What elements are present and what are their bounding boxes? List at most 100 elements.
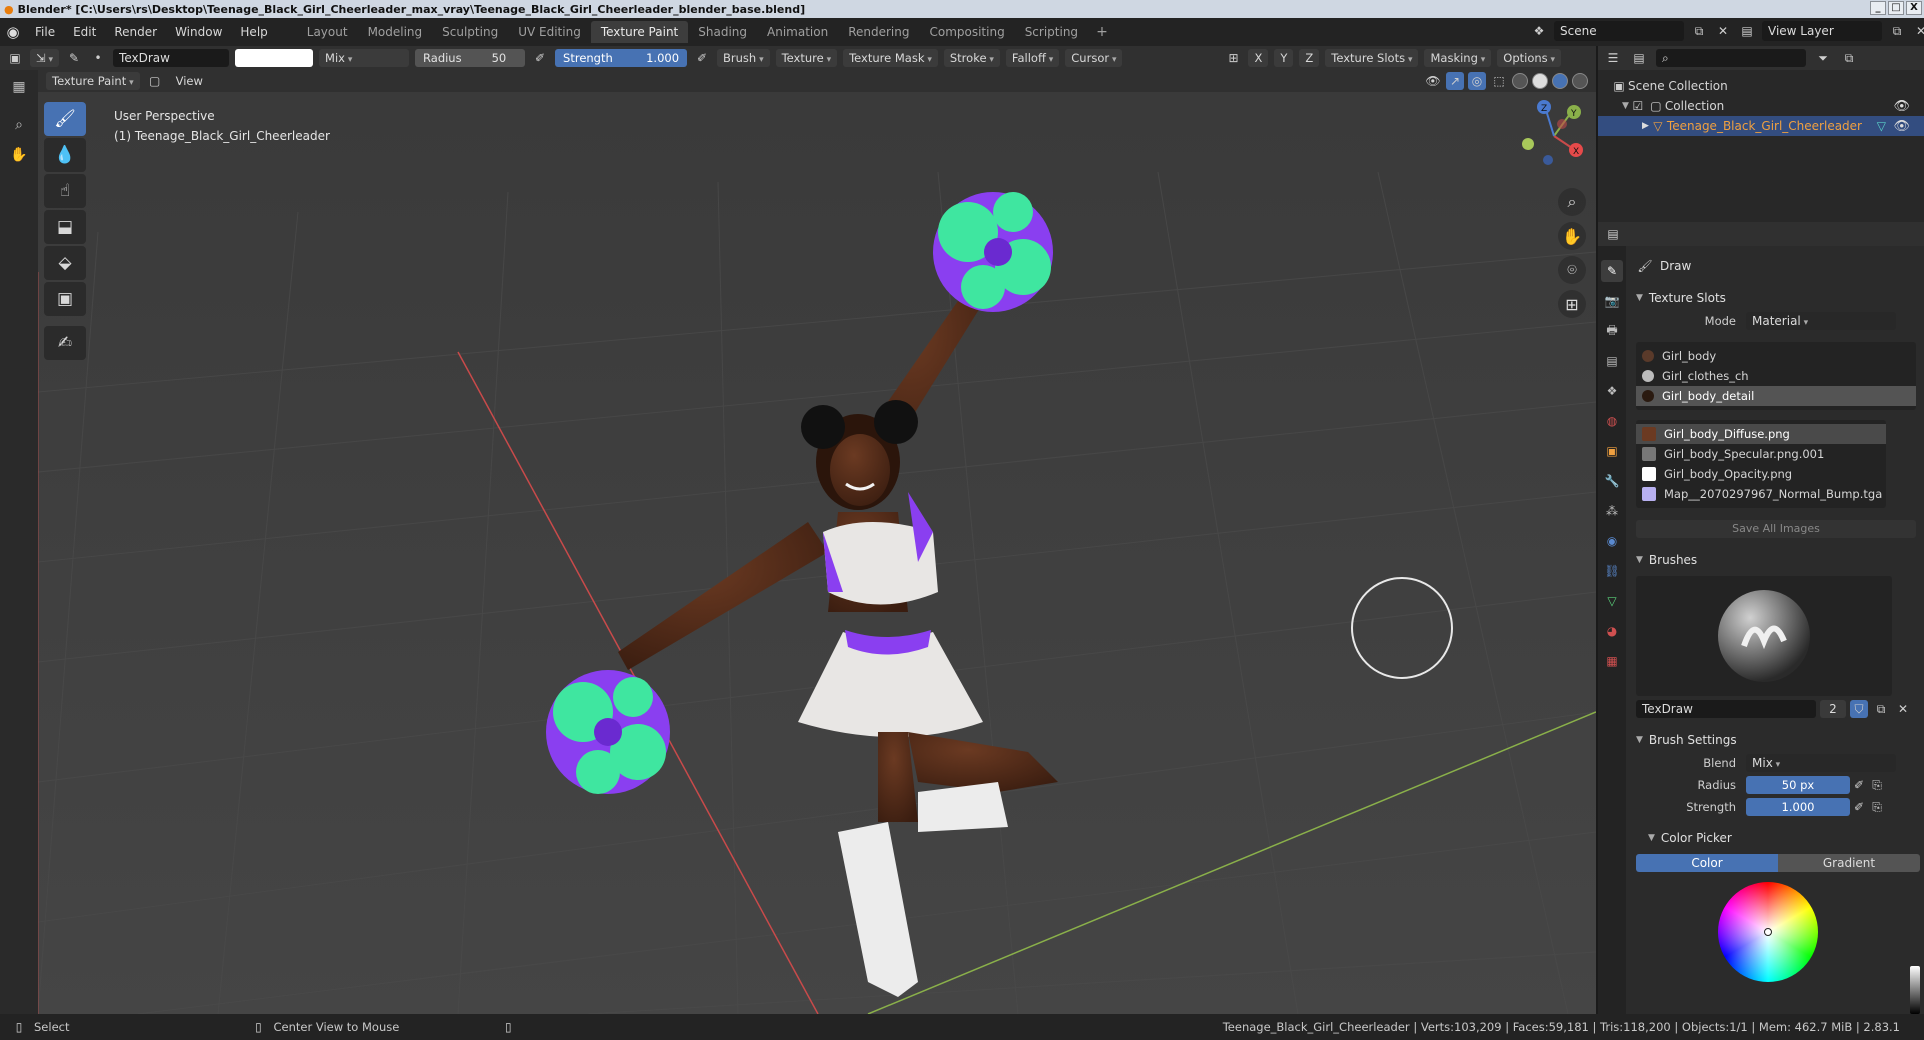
soften-tool-icon[interactable]: 💧 <box>44 138 86 172</box>
delete-scene-icon[interactable]: ✕ <box>1714 22 1732 40</box>
mode-dropdown[interactable]: ⇲ <box>30 49 60 67</box>
scene-icon[interactable]: ❖ <box>1530 22 1548 40</box>
image-slot-item[interactable]: Map__2070297967_Normal_Bump.tga <box>1636 484 1886 504</box>
object-visibility-icon[interactable]: 👁 <box>1893 119 1910 134</box>
blender-menu-icon[interactable]: ◉ <box>0 23 26 41</box>
falloff-menu[interactable]: Falloff <box>1005 49 1060 67</box>
stroke-menu[interactable]: Stroke <box>943 49 1000 67</box>
strength-unit-icon[interactable]: ⎘ <box>1868 798 1886 816</box>
mask-toggle-icon[interactable]: ▢ <box>146 72 164 90</box>
strength-pressure-toggle-icon[interactable]: ✐ <box>1850 798 1868 816</box>
zoom-region-icon[interactable]: ⌕ <box>6 112 32 138</box>
brush-menu[interactable]: Brush <box>717 49 770 67</box>
masking-menu[interactable]: Masking <box>1424 49 1492 67</box>
delete-view-layer-icon[interactable]: ✕ <box>1912 22 1924 40</box>
outliner-object-row[interactable]: ▶ ▽ Teenage_Black_Girl_Cheerleader ▽ 👁 <box>1598 116 1924 136</box>
gizmo-toggle-icon[interactable]: ↗ <box>1446 72 1464 90</box>
clone-tool-icon[interactable]: ⬓ <box>44 210 86 244</box>
solid-shading-icon[interactable] <box>1532 73 1548 89</box>
image-slot-item[interactable]: Girl_body_Opacity.png <box>1636 464 1886 484</box>
radius-pressure-toggle-icon[interactable]: ✐ <box>1850 776 1868 794</box>
brush-name-field[interactable]: TexDraw <box>113 49 230 67</box>
fill-tool-icon[interactable]: ⬙ <box>44 246 86 280</box>
gizmo-neg-y[interactable] <box>1522 138 1534 150</box>
value-slider[interactable] <box>1910 966 1920 1014</box>
scene-name-field[interactable]: Scene <box>1554 21 1684 41</box>
grid-menu-icon[interactable]: ▦ <box>6 74 32 100</box>
menu-file[interactable]: File <box>26 25 64 39</box>
texture-slots-panel-header[interactable]: ▼ Texture Slots <box>1628 286 1924 310</box>
texture-tab-icon[interactable]: ▦ <box>1601 650 1623 672</box>
expand-arrow-icon[interactable]: ▶ <box>1642 121 1649 131</box>
outliner-search-input[interactable]: ⌕ <box>1656 49 1806 67</box>
outliner-collection[interactable]: ▼ ☑ ▢ Collection 👁 <box>1598 96 1924 116</box>
editor-type-icon[interactable]: ▣ <box>6 49 24 67</box>
color-wheel-cursor[interactable] <box>1764 928 1772 936</box>
view-layer-field[interactable]: View Layer <box>1762 21 1882 41</box>
menu-help[interactable]: Help <box>231 25 276 39</box>
tab-animation[interactable]: Animation <box>757 21 838 43</box>
new-scene-icon[interactable]: ⧉ <box>1690 22 1708 40</box>
view-layer-tab-icon[interactable]: ▤ <box>1601 350 1623 372</box>
tab-layout[interactable]: Layout <box>297 21 358 43</box>
image-slot-item[interactable]: Girl_body_Specular.png.001 <box>1636 444 1886 464</box>
annotate-tool-icon[interactable]: ✍ <box>44 326 86 360</box>
save-all-images-button[interactable]: Save All Images <box>1636 520 1916 538</box>
fake-user-shield-icon[interactable]: ⛉ <box>1850 700 1868 718</box>
pan-hand-icon[interactable]: ✋ <box>1558 222 1586 250</box>
texture-slots-menu[interactable]: Texture Slots <box>1325 49 1419 67</box>
menu-edit[interactable]: Edit <box>64 25 105 39</box>
particles-tab-icon[interactable]: ⁂ <box>1601 500 1623 522</box>
brush-settings-panel-header[interactable]: ▼ Brush Settings <box>1628 728 1924 752</box>
cursor-menu[interactable]: Cursor <box>1065 49 1123 67</box>
color-wheel[interactable] <box>1718 882 1818 982</box>
radius-slider[interactable]: Radius 50 px <box>415 49 526 83</box>
new-collection-icon[interactable]: ⧉ <box>1840 49 1858 67</box>
tab-rendering[interactable]: Rendering <box>838 21 919 43</box>
properties-editor-icon[interactable]: ▤ <box>1604 225 1622 243</box>
tab-uv-editing[interactable]: UV Editing <box>508 21 591 43</box>
maximize-button[interactable]: □ <box>1888 1 1904 15</box>
texture-menu[interactable]: Texture <box>775 49 838 67</box>
fake-user-icon[interactable]: • <box>89 49 107 67</box>
image-slot-item-selected[interactable]: Girl_body_Diffuse.png <box>1636 424 1886 444</box>
radius-field[interactable]: 50 px <box>1746 776 1850 794</box>
brush-icon[interactable]: ✎ <box>65 49 83 67</box>
radius-unit-icon[interactable]: ⎘ <box>1868 776 1886 794</box>
visibility-icon[interactable]: 👁 <box>1424 72 1442 90</box>
world-tab-icon[interactable]: ◍ <box>1601 410 1623 432</box>
brush-color-swatch[interactable] <box>235 49 314 67</box>
mirror-z-toggle[interactable]: Z <box>1299 49 1320 67</box>
material-tab-icon[interactable]: ◕ <box>1601 620 1623 642</box>
zoom-icon[interactable]: ⌕ <box>1558 188 1586 216</box>
mask-tool-icon[interactable]: ▣ <box>44 282 86 316</box>
strength-pressure-icon[interactable]: ✐ <box>693 49 711 67</box>
output-tab-icon[interactable]: 🖶 <box>1601 320 1623 342</box>
checkbox-icon[interactable]: ☑ <box>1629 97 1647 115</box>
data-tab-icon[interactable]: ▽ <box>1601 590 1623 612</box>
blend-mode-dropdown[interactable]: Mix <box>319 49 410 67</box>
minimize-button[interactable]: _ <box>1870 1 1886 15</box>
view-menu[interactable]: View <box>170 72 209 90</box>
smear-tool-icon[interactable]: ☝ <box>44 174 86 208</box>
tab-compositing[interactable]: Compositing <box>919 21 1014 43</box>
view-layer-icon[interactable]: ▤ <box>1738 22 1756 40</box>
add-workspace-button[interactable]: + <box>1088 24 1116 40</box>
tab-modeling[interactable]: Modeling <box>358 21 433 43</box>
mirror-x-toggle[interactable]: X <box>1248 49 1269 67</box>
menu-render[interactable]: Render <box>105 25 166 39</box>
material-slot-item[interactable]: Girl_body <box>1636 346 1916 366</box>
tool-tab-icon[interactable]: ✎ <box>1601 260 1623 282</box>
duplicate-brush-icon[interactable]: ⧉ <box>1872 700 1890 718</box>
draw-tool-icon[interactable]: 🖌 <box>44 102 86 136</box>
material-shading-icon[interactable] <box>1552 73 1568 89</box>
gizmo-neg-x[interactable] <box>1557 119 1567 129</box>
radius-pressure-icon[interactable]: ✐ <box>531 49 549 67</box>
constraints-tab-icon[interactable]: ⛓ <box>1601 560 1623 582</box>
menu-window[interactable]: Window <box>166 25 231 39</box>
tab-texture-paint[interactable]: Texture Paint <box>590 21 689 43</box>
brushes-panel-header[interactable]: ▼ Brushes <box>1628 548 1924 572</box>
tab-sculpting[interactable]: Sculpting <box>432 21 508 43</box>
object-tab-icon[interactable]: ▣ <box>1601 440 1623 462</box>
unlink-brush-icon[interactable]: ✕ <box>1894 700 1912 718</box>
